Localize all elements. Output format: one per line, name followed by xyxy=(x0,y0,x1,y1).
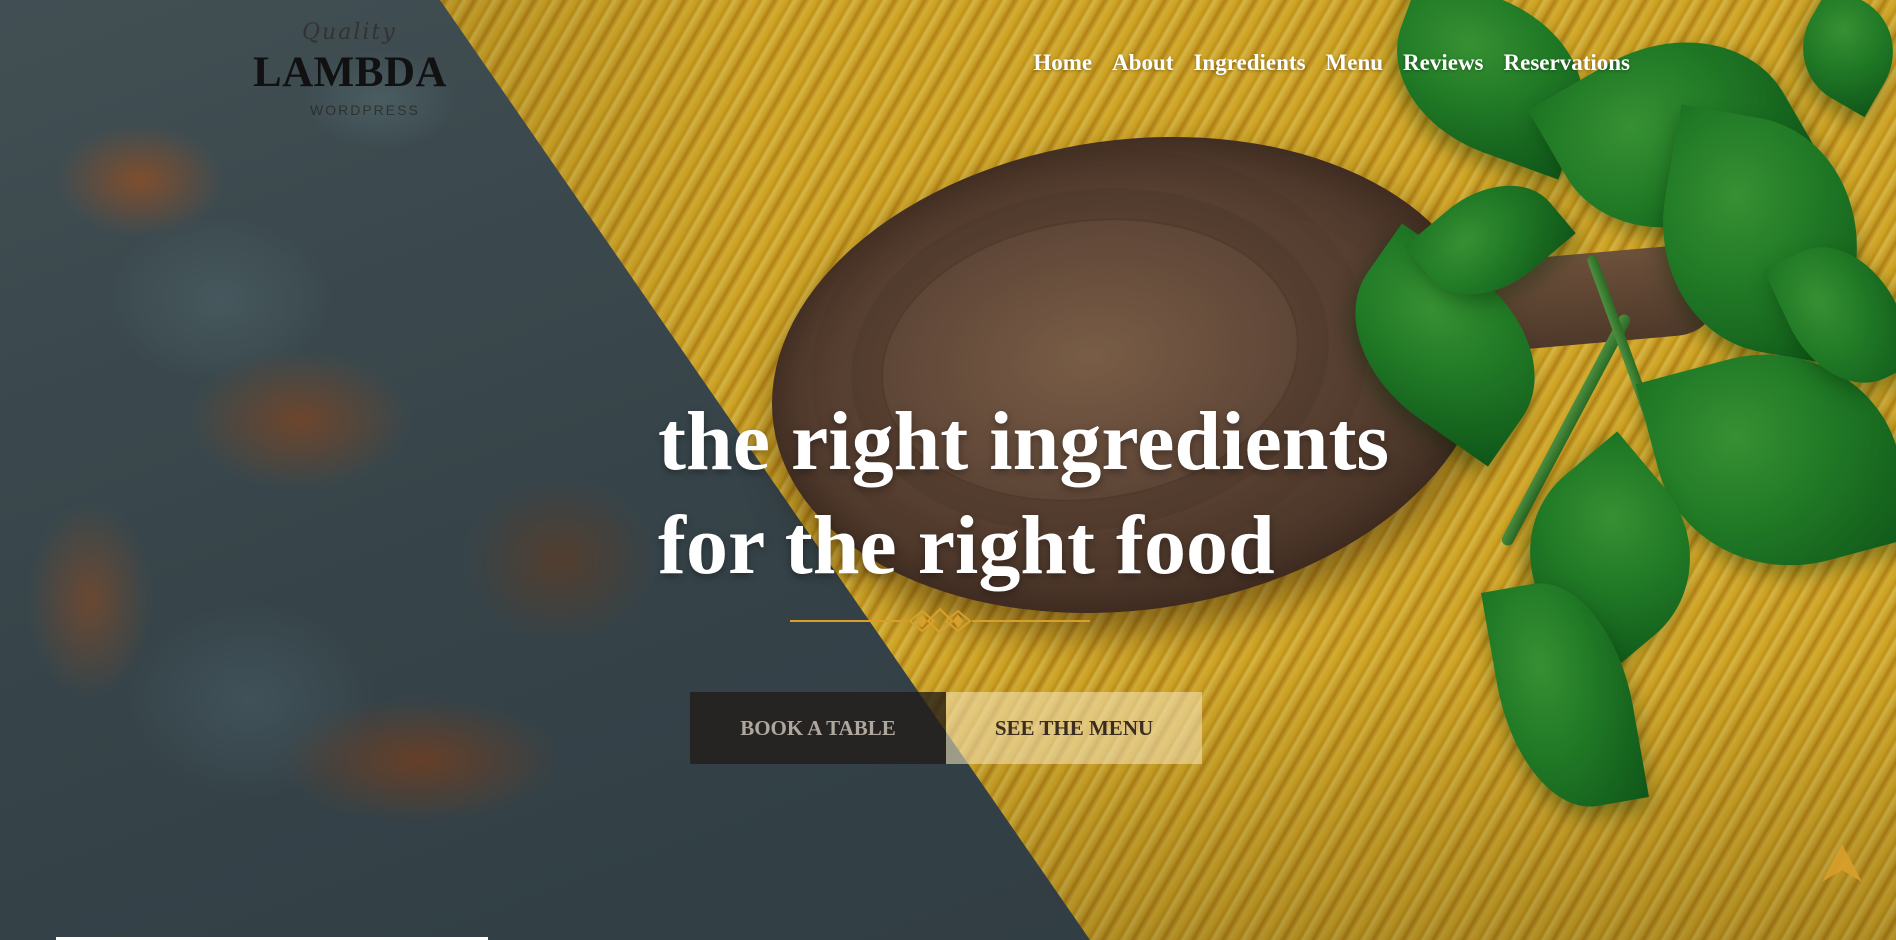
nav-item-ingredients[interactable]: Ingredients xyxy=(1193,50,1305,76)
nav-item-reservations[interactable]: Reservations xyxy=(1504,50,1630,76)
logo-name: LAMBDA xyxy=(252,49,448,96)
logo-subtitle: WORDPRESS xyxy=(310,102,420,118)
nav-item-menu[interactable]: Menu xyxy=(1326,50,1384,76)
headline-line-1: the right ingredients xyxy=(658,395,1390,488)
nav-item-home[interactable]: Home xyxy=(1033,50,1092,76)
main-nav: Home About Ingredients Menu Reviews Rese… xyxy=(1033,50,1630,76)
logo-script-text: Quality xyxy=(302,20,397,45)
site-logo[interactable]: Quality LAMBDA WORDPRESS xyxy=(250,18,450,128)
headline-line-2: for the right food xyxy=(658,499,1275,592)
hero-section: Quality LAMBDA WORDPRESS Home About Ingr… xyxy=(0,0,1896,940)
nav-item-reviews[interactable]: Reviews xyxy=(1403,50,1483,76)
chevron-up-icon[interactable] xyxy=(1818,840,1866,888)
nav-item-about[interactable]: About xyxy=(1112,50,1173,76)
book-table-button[interactable]: BOOK A TABLE xyxy=(690,692,946,764)
see-menu-button[interactable]: SEE THE MENU xyxy=(946,692,1202,764)
ornament-divider-icon xyxy=(790,604,1090,638)
hero-headline: the right ingredients for the right food xyxy=(658,390,1558,598)
